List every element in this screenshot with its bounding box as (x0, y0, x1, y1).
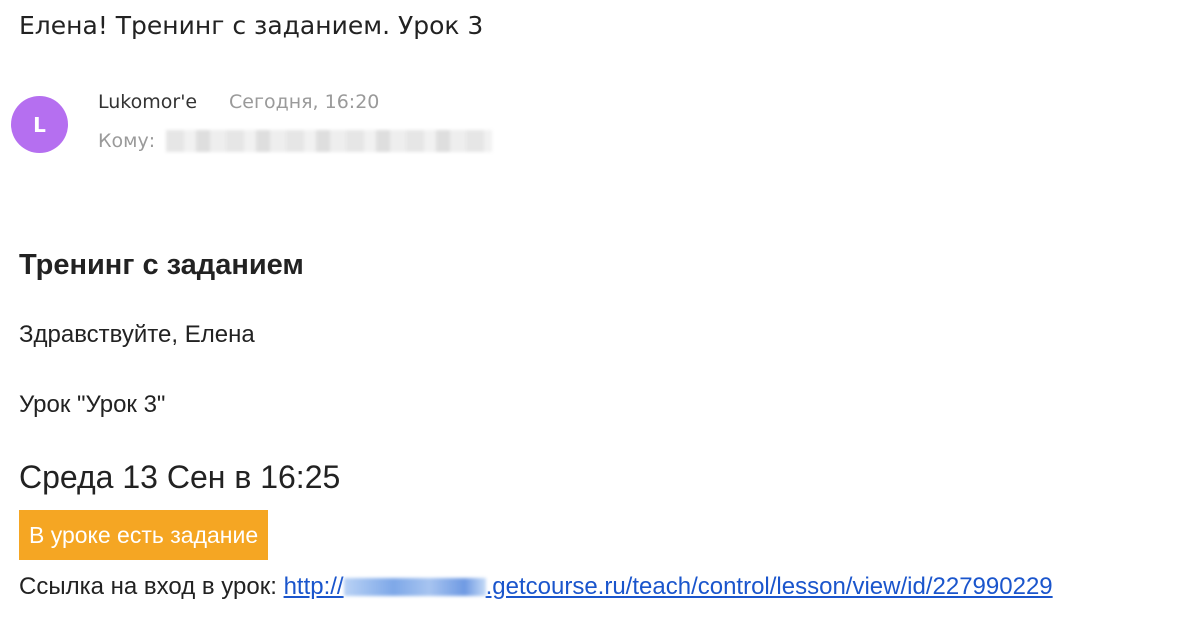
lesson-name: Урок "Урок 3" (19, 391, 166, 418)
avatar-letter: L (33, 112, 46, 137)
sent-date: Сегодня, 16:20 (229, 91, 380, 113)
recipient-label: Кому: (98, 130, 156, 152)
task-badge: В уроке есть задание (19, 510, 269, 560)
greeting-text: Здравствуйте, Елена (19, 321, 255, 348)
recipient-address-redacted (166, 130, 492, 152)
sender-avatar: L (11, 96, 68, 153)
lesson-link-redacted (343, 578, 486, 596)
lesson-datetime: Среда 13 Сен в 16:25 (19, 459, 341, 495)
lesson-link-suffix: .getcourse.ru/teach/control/lesson/view/… (485, 573, 1053, 600)
email-subject: Елена! Тренинг с заданием. Урок 3 (19, 11, 484, 40)
lesson-link-prefix: http:// (283, 573, 344, 600)
lesson-link[interactable]: http:// .getcourse.ru/teach/control/lesso… (284, 573, 1053, 600)
body-heading: Тренинг с заданием (19, 249, 304, 281)
sender-name[interactable]: Lukomor'e (98, 89, 197, 115)
lesson-link-label: Ссылка на вход в урок: (19, 573, 277, 600)
lesson-link-row: Ссылка на вход в урок: http:// .getcourse… (19, 570, 1053, 604)
